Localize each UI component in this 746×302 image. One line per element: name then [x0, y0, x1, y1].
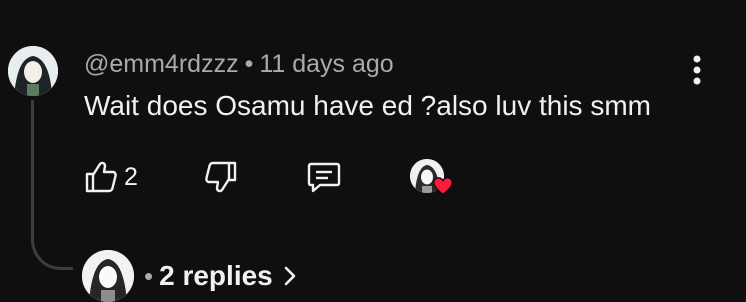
- comment-body: Wait does Osamu have ed ?also luv this s…: [84, 90, 651, 121]
- reply-button[interactable]: [306, 155, 342, 199]
- reply-author-avatar: [82, 250, 134, 302]
- more-vertical-icon: [693, 55, 701, 85]
- chevron-right-icon: [284, 266, 296, 286]
- replies-count-label: 2 replies: [159, 260, 273, 291]
- replies-separator: •: [144, 260, 154, 291]
- reply-comment-icon: [307, 162, 341, 193]
- comment-timestamp: 11 days ago: [259, 50, 394, 78]
- comment-meta: @emm4rdzzz • 11 days ago: [84, 50, 394, 79]
- creator-heart-icon: [433, 177, 453, 196]
- manga-avatar-icon: [82, 250, 134, 302]
- like-count: 2: [124, 162, 138, 191]
- author-avatar[interactable]: [8, 46, 58, 96]
- dislike-button[interactable]: [204, 155, 238, 199]
- creator-heart-badge: [410, 159, 456, 203]
- thumbs-up-icon: [85, 161, 117, 193]
- meta-separator: •: [244, 50, 254, 78]
- reply-thread-connector: [31, 100, 73, 270]
- author-handle[interactable]: @emm4rdzzz: [84, 50, 239, 78]
- like-button[interactable]: 2: [84, 155, 138, 199]
- comment-menu-button[interactable]: [684, 50, 710, 90]
- thumbs-down-icon: [205, 161, 237, 193]
- anime-avatar-icon: [8, 46, 58, 96]
- view-replies-button[interactable]: • 2 replies: [82, 250, 297, 302]
